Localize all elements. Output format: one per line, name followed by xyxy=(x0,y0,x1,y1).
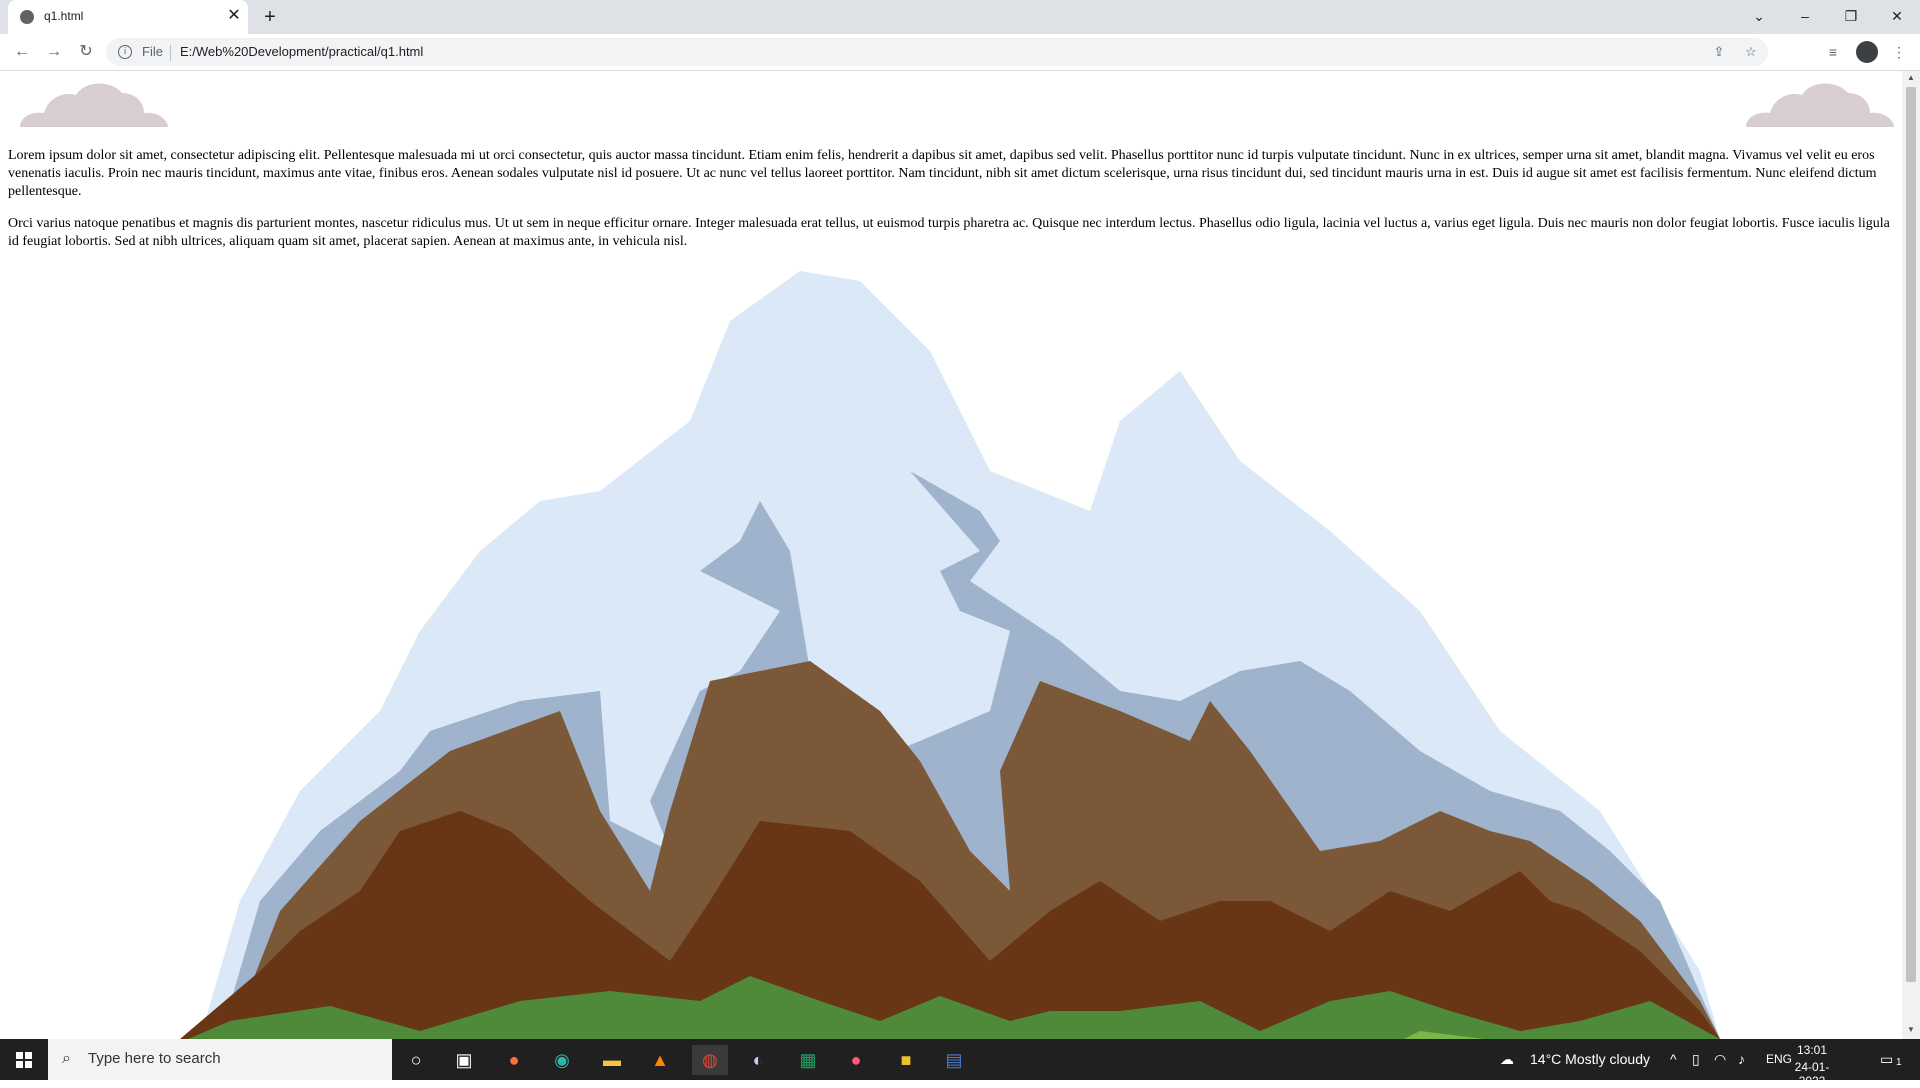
vertical-scrollbar[interactable]: ▲ ▼ xyxy=(1902,71,1920,1039)
taskbar: ⌕ Type here to search ○ ▣ ● ◉ ▬ ▲ ◍ ◐ ▦ … xyxy=(0,1039,1920,1088)
firefox-icon[interactable]: ● xyxy=(496,1045,532,1075)
browser-toolbar: ← → ↻ i File E:/Web%20Development/practi… xyxy=(0,34,1920,71)
file-label: File xyxy=(142,44,163,59)
info-icon[interactable]: i xyxy=(118,45,132,59)
close-tab-icon[interactable]: ✕ xyxy=(224,6,244,26)
taskbar-search[interactable]: ⌕ Type here to search xyxy=(48,1039,392,1080)
tab-title: q1.html xyxy=(44,9,84,23)
address-bar[interactable]: i File E:/Web%20Development/practical/q1… xyxy=(106,38,1768,66)
device-icon[interactable]: ▯ xyxy=(1692,1051,1700,1068)
divider xyxy=(170,45,171,61)
url-text[interactable]: E:/Web%20Development/practical/q1.html xyxy=(180,44,423,59)
app-icon[interactable]: ● xyxy=(838,1045,874,1075)
minimize-button[interactable]: – xyxy=(1790,4,1820,28)
search-placeholder: Type here to search xyxy=(88,1050,221,1067)
weather-icon[interactable]: ☁ xyxy=(1500,1051,1514,1068)
volume-icon[interactable]: ♪ xyxy=(1738,1051,1745,1067)
globe-icon xyxy=(20,10,34,24)
restore-button[interactable]: ❐ xyxy=(1836,4,1866,28)
reload-icon[interactable]: ↻ xyxy=(74,40,98,64)
scroll-thumb[interactable] xyxy=(1906,87,1916,982)
chrome-icon[interactable]: ◍ xyxy=(692,1045,728,1075)
file-explorer-icon[interactable]: ▬ xyxy=(594,1045,630,1075)
menu-icon[interactable]: ⋮ xyxy=(1888,41,1910,63)
word-icon[interactable]: ▤ xyxy=(936,1045,972,1075)
vlc-icon[interactable]: ▲ xyxy=(642,1045,678,1075)
share-icon[interactable]: ⇪ xyxy=(1710,43,1728,61)
tab-search-icon[interactable]: ≡ xyxy=(1822,41,1844,63)
close-window-button[interactable]: ✕ xyxy=(1882,4,1912,28)
edge-icon[interactable]: ◉ xyxy=(544,1045,580,1075)
tab-strip: q1.html ✕ + ⌄ – ❐ ✕ xyxy=(0,0,1920,34)
scroll-down-icon[interactable]: ▼ xyxy=(1906,1025,1916,1035)
page-viewport: Lorem ipsum dolor sit amet, consectetur … xyxy=(0,71,1902,1039)
cloud-left xyxy=(20,83,168,127)
browser-tab[interactable]: q1.html ✕ xyxy=(8,0,248,34)
chevron-up-icon[interactable]: ^ xyxy=(1670,1051,1677,1067)
back-icon[interactable]: ← xyxy=(10,40,34,64)
office-icon[interactable]: ■ xyxy=(888,1045,924,1075)
forward-icon[interactable]: → xyxy=(42,40,66,64)
windows-start-icon[interactable] xyxy=(0,1039,48,1080)
scroll-up-icon[interactable]: ▲ xyxy=(1906,73,1916,83)
star-icon[interactable]: ☆ xyxy=(1742,43,1760,61)
search-icon: ⌕ xyxy=(62,1050,71,1067)
notification-count: 1 xyxy=(1896,1057,1902,1068)
weather-text[interactable]: 14°C Mostly cloudy xyxy=(1530,1051,1650,1067)
clock-date[interactable]: 24-01-2022 xyxy=(1786,1060,1838,1088)
cloud-right xyxy=(1746,83,1894,127)
notification-icon[interactable]: ▭ xyxy=(1880,1051,1893,1068)
wifi-icon[interactable]: ◠ xyxy=(1714,1051,1726,1068)
eclipse-icon[interactable]: ◐ xyxy=(740,1045,776,1075)
clock-time[interactable]: 13:01 xyxy=(1786,1043,1838,1057)
task-view-icon[interactable]: ▣ xyxy=(446,1045,482,1075)
excel-icon[interactable]: ▦ xyxy=(790,1045,826,1075)
mountain-illustration xyxy=(60,271,1720,1039)
tab-list-icon[interactable]: ⌄ xyxy=(1744,4,1774,28)
paragraph-2: Orci varius natoque penatibus et magnis … xyxy=(8,216,1890,249)
paragraph-1: Lorem ipsum dolor sit amet, consectetur … xyxy=(8,148,1877,199)
profile-avatar[interactable] xyxy=(1856,41,1878,63)
new-tab-button[interactable]: + xyxy=(258,6,282,28)
page-content: Lorem ipsum dolor sit amet, consectetur … xyxy=(8,147,1894,265)
cortana-icon[interactable]: ○ xyxy=(398,1045,434,1075)
